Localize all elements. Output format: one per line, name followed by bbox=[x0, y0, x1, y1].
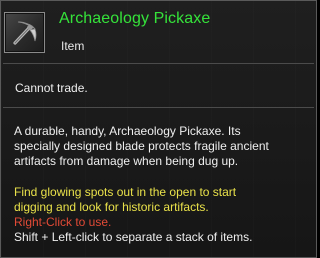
item-tooltip: Archaeology Pickaxe Item Cannot trade. A… bbox=[0, 0, 317, 258]
pickaxe-icon bbox=[13, 21, 37, 45]
item-icon-slot bbox=[4, 12, 45, 53]
right-click-hint: Right-Click to use. bbox=[14, 215, 112, 229]
tooltip-header: Archaeology Pickaxe Item bbox=[1, 1, 316, 63]
divider-top bbox=[3, 63, 314, 64]
item-type: Item bbox=[61, 39, 85, 53]
description-line: specially designed blade protects fragil… bbox=[14, 139, 269, 153]
split-stack-hint: Shift + Left-click to separate a stack o… bbox=[14, 230, 253, 244]
divider-middle bbox=[3, 107, 314, 108]
item-name: Archaeology Pickaxe bbox=[59, 10, 211, 27]
description-line: artifacts from damage when being dug up. bbox=[14, 154, 239, 168]
usage-line: digging and look for historic artifacts. bbox=[14, 200, 209, 214]
trade-restriction: Cannot trade. bbox=[15, 81, 88, 95]
description-line: A durable, handy, Archaeology Pickaxe. I… bbox=[14, 124, 241, 138]
usage-line: Find glowing spots out in the open to st… bbox=[14, 185, 237, 199]
